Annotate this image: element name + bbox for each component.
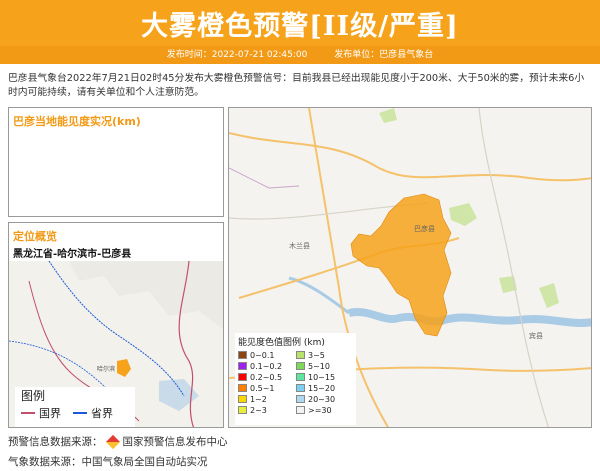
legend-label: 0.5~1 — [250, 383, 275, 393]
location-legend: 图例 国界 省界 — [15, 387, 135, 427]
legend-swatch — [238, 384, 247, 392]
legend-item: 0.1~0.2 — [238, 361, 296, 371]
visibility-panel: 巴彦当地能见度实况(km) — [8, 107, 224, 217]
province-border-label: 省界 — [91, 407, 113, 420]
warning-title: 大雾橙色预警[II级/严重] — [141, 11, 459, 42]
publish-time: 发布时间：2022-07-21 02:45:00 — [166, 50, 308, 60]
legend-swatch — [296, 362, 305, 370]
legend-label: 10~15 — [308, 372, 336, 382]
warning-source-value: 国家预警信息发布中心 — [122, 436, 228, 448]
legend-item: 0.5~1 — [238, 383, 296, 393]
header-banner: 大雾橙色预警[II级/严重] 发布时间：2022-07-21 02:45:00 … — [0, 0, 600, 64]
footer-weather-source: 气象数据来源：中国气象局全国自动站实况 — [8, 456, 208, 468]
legend-label: 15~20 — [308, 383, 336, 393]
footer-warning-source: 预警信息数据来源： 国家预警信息发布中心 — [8, 434, 228, 449]
legend-item: 20~30 — [296, 394, 354, 404]
location-legend-title: 图例 — [21, 389, 46, 403]
legend-label: 1~2 — [250, 394, 267, 404]
legend-swatch — [238, 395, 247, 403]
location-panel-title: 定位概览 — [13, 230, 57, 243]
legend-label: 0.2~0.5 — [250, 372, 283, 382]
national-border-label: 国界 — [39, 407, 61, 420]
legend-label: 20~30 — [308, 394, 336, 404]
visibility-legend: 能见度色值图例 (km) 0~0.1 3~5 0.1~0.2 5~10 0.2~… — [235, 333, 356, 425]
visibility-panel-title: 巴彦当地能见度实况(km) — [13, 115, 141, 128]
svg-text:哈尔滨: 哈尔滨 — [97, 365, 115, 373]
legend-swatch — [296, 395, 305, 403]
publisher: 发布单位：巴彦县气象台 — [334, 50, 434, 60]
svg-text:宾县: 宾县 — [529, 331, 543, 340]
legend-swatch — [238, 351, 247, 359]
legend-label: >=30 — [308, 405, 332, 415]
legend-swatch — [296, 351, 305, 359]
visibility-legend-grid: 0~0.1 3~5 0.1~0.2 5~10 0.2~0.5 10~15 0.5… — [235, 348, 356, 415]
warning-source-label: 预警信息数据来源： — [8, 436, 103, 448]
legend-item: 15~20 — [296, 383, 354, 393]
legend-label: 0.1~0.2 — [250, 361, 283, 371]
legend-item: 1~2 — [238, 394, 296, 404]
legend-item: 3~5 — [296, 350, 354, 360]
legend-item: 2~3 — [238, 405, 296, 415]
legend-swatch — [238, 373, 247, 381]
legend-swatch — [238, 406, 247, 414]
legend-label: 3~5 — [308, 350, 325, 360]
legend-swatch — [296, 373, 305, 381]
legend-item: 0~0.1 — [238, 350, 296, 360]
legend-item: 0.2~0.5 — [238, 372, 296, 382]
location-legend-row: 国界 省界 — [15, 405, 135, 421]
legend-swatch — [296, 384, 305, 392]
legend-item: >=30 — [296, 405, 354, 415]
legend-label: 2~3 — [250, 405, 267, 415]
legend-item: 5~10 — [296, 361, 354, 371]
legend-item: 10~15 — [296, 372, 354, 382]
legend-swatch — [296, 406, 305, 414]
legend-label: 5~10 — [308, 361, 330, 371]
header-meta: 发布时间：2022-07-21 02:45:00 发布单位：巴彦县气象台 — [0, 46, 600, 64]
warning-map[interactable]: 巴彦县 木兰县 宾县 能见度色值图例 (km) 0~0.1 3~5 0.1~0.… — [228, 107, 592, 428]
warning-description: 巴彦县气象台2022年7月21日02时45分发布大雾橙色预警信号：目前我县已经出… — [8, 73, 585, 98]
release-center-logo-icon — [105, 434, 120, 449]
svg-text:巴彦县: 巴彦县 — [414, 224, 435, 233]
province-border-swatch — [73, 412, 87, 414]
legend-label: 0~0.1 — [250, 350, 275, 360]
legend-swatch — [238, 362, 247, 370]
national-border-swatch — [21, 412, 35, 414]
location-panel: 定位概览 黑龙江省-哈尔滨市-巴彦县 哈尔滨 图例 国界 省界 — [8, 222, 224, 428]
svg-text:木兰县: 木兰县 — [289, 241, 310, 250]
location-region: 黑龙江省-哈尔滨市-巴彦县 — [13, 249, 132, 260]
visibility-legend-title: 能见度色值图例 (km) — [238, 338, 325, 348]
